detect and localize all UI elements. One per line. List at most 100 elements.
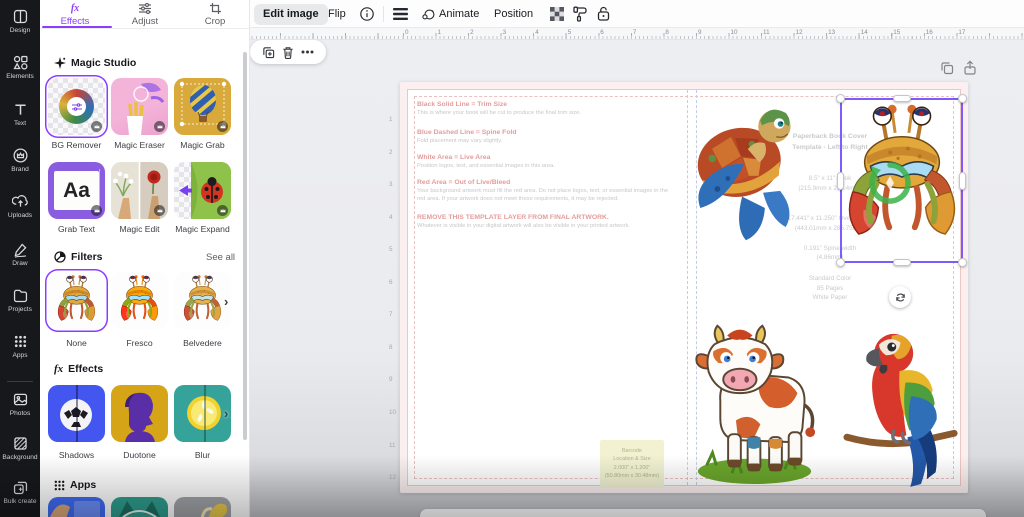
animate-button[interactable]: Animate [422, 0, 479, 28]
section-title: Filters [71, 251, 103, 263]
sidebar-item-elements[interactable]: Elements [0, 54, 40, 96]
pro-crown-icon [217, 121, 228, 132]
edit-image-button[interactable]: Edit image [254, 3, 328, 25]
toolbar-separator [383, 6, 384, 22]
export-page-icon[interactable] [963, 60, 977, 75]
sidebar-item-text[interactable]: Text [0, 101, 40, 143]
filter-tile-fresco[interactable] [111, 272, 168, 329]
app-sidebar: Design Elements Text Brand Uploads Draw … [0, 0, 40, 517]
filters-scroll-right-icon[interactable]: › [224, 294, 228, 309]
sidebar-item-draw[interactable]: Draw [0, 241, 40, 283]
transparency-icon[interactable] [550, 7, 564, 21]
sidebar-item-projects[interactable]: Projects [0, 287, 40, 329]
tab-adjust[interactable]: Adjust [112, 3, 178, 27]
sidebar-item-label: Text [13, 120, 27, 127]
template-title: Red Area = Out of Live/Bleed [417, 179, 511, 186]
ruler-number: 11 [763, 29, 770, 36]
tile-magic-eraser[interactable] [111, 78, 168, 135]
ruler-number: 9 [697, 29, 702, 36]
copy-style-icon[interactable] [573, 6, 588, 22]
ruler-number: 5 [389, 246, 393, 254]
sidebar-item-brand[interactable]: Brand [0, 147, 40, 189]
tile-magic-grab[interactable] [174, 78, 231, 135]
tile-grab-text[interactable]: Aa [48, 162, 105, 219]
pro-crown-icon [154, 121, 165, 132]
selection-handle-bottom-right[interactable] [958, 258, 967, 267]
spacing-lines-icon[interactable] [393, 8, 408, 20]
crab-thumbnail [182, 274, 223, 322]
effect-tile-duotone[interactable] [111, 385, 168, 442]
canvas-area[interactable]: Black Solid Line = Trim Size This is whe… [250, 40, 1024, 517]
pro-crown-icon [91, 205, 102, 216]
flip-button[interactable]: Flip [328, 0, 346, 28]
selection-handle-right[interactable] [959, 171, 966, 190]
duplicate-icon[interactable] [262, 46, 275, 59]
app-tile-2[interactable] [111, 497, 168, 517]
app-tile-3[interactable] [174, 497, 231, 517]
ruler-number: 6 [389, 278, 393, 286]
sidebar-item-label: Brand [11, 166, 29, 173]
elements-icon [12, 55, 28, 70]
next-page-peek[interactable] [420, 509, 986, 517]
ruler-number: 9 [389, 376, 393, 384]
sidebar-item-design[interactable]: Design [0, 8, 40, 50]
fx-effects-header: fx Effects [54, 363, 103, 375]
selection-handle-top-right[interactable] [958, 94, 967, 103]
tabs-divider [40, 28, 250, 29]
lock-icon[interactable] [597, 6, 610, 21]
draw-icon [14, 243, 27, 258]
barcode-zone: Barcode Location & Size 2.000" x 1.200" … [600, 440, 664, 488]
element-toolbar [250, 40, 326, 64]
duplicate-page-icon[interactable] [940, 61, 954, 75]
tab-effects[interactable]: fx Effects [42, 3, 108, 27]
template-title: White Area = Live Area [417, 154, 491, 161]
selection-handle-left[interactable] [837, 171, 844, 190]
position-button[interactable]: Position [494, 0, 533, 28]
selection-handle-bottom-left[interactable] [836, 258, 845, 267]
crab-thumbnail [119, 274, 160, 322]
tile-bg-remover[interactable] [48, 78, 105, 135]
filter-tile-belvedere[interactable] [174, 272, 231, 329]
edit-image-label: Edit image [263, 8, 319, 20]
effect-tile-shadows[interactable] [48, 385, 105, 442]
tile-magic-edit[interactable] [111, 162, 168, 219]
fx-icon: fx [70, 3, 80, 14]
panel-scrollbar[interactable] [243, 52, 247, 440]
template-block: White Area = Live Area Position logos, t… [417, 154, 669, 171]
tile-label: Blur [194, 450, 211, 460]
more-options-icon[interactable] [301, 50, 314, 54]
tab-crop[interactable]: Crop [182, 3, 248, 27]
turtle-image[interactable] [687, 94, 801, 246]
sidebar-item-background[interactable]: Background [0, 435, 40, 477]
blur-art [187, 385, 221, 442]
rotate-handle[interactable] [889, 286, 911, 308]
selection-handle-bottom[interactable] [892, 259, 911, 266]
sidebar-divider [7, 381, 33, 382]
effects-scroll-right-icon[interactable]: › [224, 406, 228, 421]
ruler-number: 4 [389, 213, 393, 221]
filter-tile-none[interactable] [48, 272, 105, 329]
delete-icon[interactable] [282, 46, 294, 59]
selection-handle-top-left[interactable] [836, 94, 845, 103]
sidebar-item-photos[interactable]: Photos [0, 391, 40, 433]
info-icon[interactable] [360, 7, 374, 21]
h-ruler-numbers: 0 1 2 3 4 5 6 7 8 9 10 11 12 13 14 15 16 17 [403, 29, 1023, 39]
cow-image[interactable] [691, 311, 818, 487]
see-all-link[interactable]: See all [206, 252, 235, 263]
ruler-number: 12 [795, 29, 803, 36]
tile-magic-expand[interactable] [174, 162, 231, 219]
parrot-image[interactable] [843, 320, 960, 491]
app-tile-1[interactable] [48, 497, 105, 517]
pro-crown-icon [217, 205, 228, 216]
selection-handle-top[interactable] [892, 95, 911, 102]
template-title: Black Solid Line = Trim Size [417, 101, 508, 108]
sidebar-item-bulk-create[interactable]: Bulk create [0, 479, 40, 517]
filters-icon [54, 251, 66, 263]
ruler-number: 0 [405, 29, 409, 36]
effect-tile-blur[interactable] [174, 385, 231, 442]
barcode-line: 2.000" x 1.200" [613, 464, 651, 471]
processing-spinner-icon [869, 162, 911, 204]
sidebar-item-apps[interactable]: Apps [0, 333, 40, 375]
sidebar-item-uploads[interactable]: Uploads [0, 193, 40, 235]
canva-editor: Design Elements Text Brand Uploads Draw … [0, 0, 1024, 517]
